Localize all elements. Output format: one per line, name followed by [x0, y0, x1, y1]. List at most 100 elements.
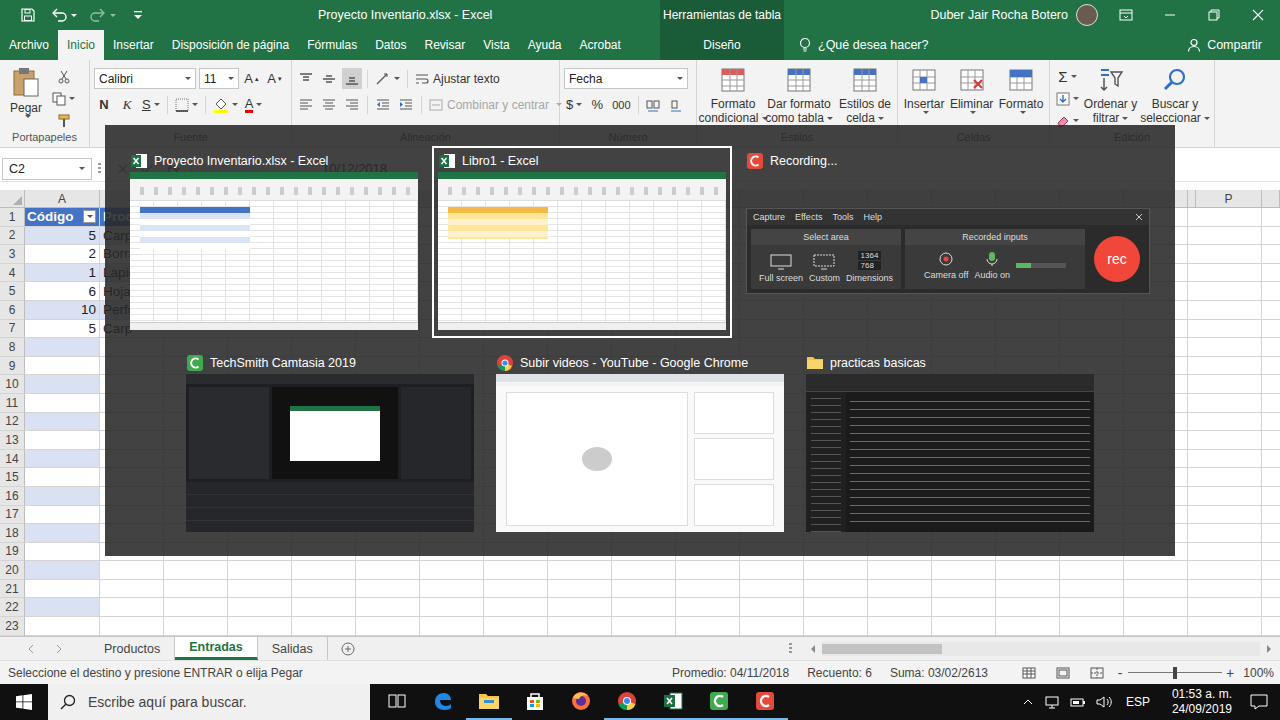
- cell[interactable]: [1262, 487, 1280, 506]
- row-header[interactable]: 22: [0, 598, 25, 617]
- ribbon-tab[interactable]: Acrobat: [570, 30, 629, 60]
- cell-range[interactable]: [100, 561, 1196, 580]
- cell[interactable]: [1262, 264, 1280, 283]
- ribbon-tab[interactable]: Fórmulas: [298, 30, 366, 60]
- decrease-decimal-button[interactable]: [667, 94, 687, 115]
- italic-button[interactable]: K: [117, 94, 137, 115]
- zoom-thumb[interactable]: [1173, 667, 1177, 679]
- ribbon-tab[interactable]: Diseño: [693, 30, 750, 60]
- zoom-slider[interactable]: [1128, 667, 1222, 679]
- cell[interactable]: [1196, 450, 1262, 469]
- cell-range[interactable]: [100, 617, 1196, 636]
- wrap-text-button[interactable]: Ajustar texto: [413, 68, 502, 89]
- taskbar-app[interactable]: [512, 684, 558, 720]
- cell[interactable]: [1196, 524, 1262, 543]
- column-header[interactable]: [1262, 190, 1280, 208]
- page-break-icon[interactable]: [1090, 667, 1104, 679]
- zoom-level[interactable]: 100%: [1236, 666, 1280, 680]
- cell[interactable]: [1262, 617, 1280, 636]
- cell[interactable]: [1262, 580, 1280, 599]
- clock[interactable]: 01:53 a. m.24/09/2019: [1164, 687, 1240, 717]
- cell[interactable]: [25, 543, 100, 562]
- cell[interactable]: [1196, 580, 1262, 599]
- column-header[interactable]: P: [1196, 190, 1262, 208]
- align-middle-button[interactable]: [319, 68, 339, 89]
- cell[interactable]: [25, 561, 100, 580]
- row-header[interactable]: 19: [0, 543, 25, 562]
- average-value[interactable]: Promedio: 04/11/2018: [672, 666, 789, 680]
- row-header[interactable]: 8: [0, 338, 25, 357]
- cell[interactable]: [1196, 506, 1262, 525]
- increase-decimal-button[interactable]: [644, 94, 664, 115]
- autosum-button[interactable]: Σ: [1054, 66, 1081, 87]
- switcher-window[interactable]: practicas basicas: [800, 348, 1100, 540]
- cell[interactable]: [25, 450, 100, 469]
- currency-button[interactable]: $: [564, 94, 584, 115]
- cell[interactable]: [25, 524, 100, 543]
- cell[interactable]: [1196, 598, 1262, 617]
- cell[interactable]: [1262, 468, 1280, 487]
- audio-level-meter[interactable]: [1016, 263, 1066, 268]
- cell[interactable]: [25, 487, 100, 506]
- row-header[interactable]: 7: [0, 320, 25, 339]
- next-sheet-icon[interactable]: [54, 644, 64, 654]
- cell[interactable]: [1196, 375, 1262, 394]
- fill-color-button[interactable]: [211, 94, 240, 115]
- thousands-button[interactable]: 000: [610, 94, 632, 115]
- sheet-tab[interactable]: Entradas: [175, 637, 258, 660]
- sheet-tab[interactable]: Productos: [90, 637, 175, 660]
- row-header[interactable]: 14: [0, 450, 25, 469]
- percent-button[interactable]: %: [587, 94, 607, 115]
- editing-button[interactable]: Ordenar yfiltrar: [1083, 64, 1138, 127]
- close-button[interactable]: [1236, 0, 1280, 30]
- network-icon[interactable]: [1044, 695, 1060, 709]
- row-header[interactable]: 20: [0, 561, 25, 580]
- taskbar-app[interactable]: [696, 684, 742, 720]
- search-box[interactable]: Escribe aquí para buscar.: [48, 684, 370, 720]
- row-header[interactable]: 9: [0, 357, 25, 376]
- cells-button[interactable]: Formato: [997, 64, 1045, 116]
- cell[interactable]: [1196, 617, 1262, 636]
- cell[interactable]: 10: [25, 301, 100, 320]
- scroll-thumb[interactable]: [822, 644, 942, 654]
- cell[interactable]: [1262, 431, 1280, 450]
- cells-button[interactable]: Insertar: [902, 64, 946, 116]
- undo-button[interactable]: [50, 3, 77, 27]
- taskbar-app[interactable]: [742, 684, 788, 720]
- row-header[interactable]: 21: [0, 580, 25, 599]
- cell[interactable]: [1196, 301, 1262, 320]
- name-box[interactable]: C2: [2, 158, 92, 180]
- cell[interactable]: [1196, 357, 1262, 376]
- cell[interactable]: [1196, 264, 1262, 283]
- cell[interactable]: [1196, 543, 1262, 562]
- row-header[interactable]: 6: [0, 301, 25, 320]
- camera-option[interactable]: Camera off: [924, 251, 968, 280]
- filter-dropdown-icon[interactable]: [83, 210, 96, 223]
- minimize-button[interactable]: [1148, 0, 1192, 30]
- cell[interactable]: 2: [25, 245, 100, 264]
- height-field[interactable]: 768: [858, 261, 882, 270]
- cell[interactable]: [25, 413, 100, 432]
- cell[interactable]: [1262, 320, 1280, 339]
- switcher-window[interactable]: Libro1 - Excel: [432, 146, 732, 338]
- cell[interactable]: 6: [25, 282, 100, 301]
- ribbon-tab[interactable]: Vista: [474, 30, 518, 60]
- audio-option[interactable]: Audio on: [974, 251, 1010, 280]
- cell-range[interactable]: [100, 598, 1196, 617]
- normal-view-icon[interactable]: [1022, 667, 1036, 679]
- ribbon-tab[interactable]: Datos: [366, 30, 415, 60]
- taskbar-app[interactable]: [374, 684, 420, 720]
- ribbon-tab[interactable]: Archivo: [0, 30, 58, 60]
- cell[interactable]: [1262, 338, 1280, 357]
- page-layout-icon[interactable]: [1056, 667, 1070, 679]
- input-language[interactable]: ESP: [1122, 695, 1154, 709]
- font-name-select[interactable]: Calibri: [94, 68, 196, 89]
- row-header[interactable]: 1: [0, 208, 25, 227]
- align-left-button[interactable]: [296, 94, 316, 115]
- custom-option[interactable]: Custom: [809, 254, 840, 283]
- cell[interactable]: [1196, 413, 1262, 432]
- battery-icon[interactable]: [1070, 695, 1086, 709]
- cell[interactable]: [1262, 394, 1280, 413]
- recorder-menu-item[interactable]: Capture: [753, 212, 785, 222]
- cell[interactable]: 5: [25, 320, 100, 339]
